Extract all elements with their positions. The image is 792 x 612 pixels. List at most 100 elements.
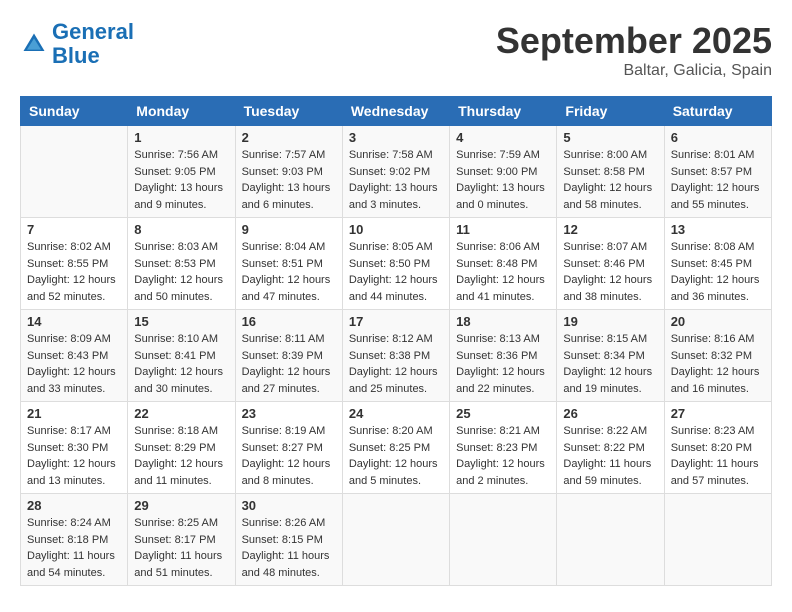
cell-content: Sunrise: 8:08 AMSunset: 8:45 PMDaylight:… bbox=[671, 239, 765, 305]
calendar-cell bbox=[450, 494, 557, 586]
day-number: 17 bbox=[349, 314, 443, 329]
calendar-cell: 1 Sunrise: 7:56 AMSunset: 9:05 PMDaylight… bbox=[128, 126, 235, 218]
day-number: 14 bbox=[27, 314, 121, 329]
day-number: 24 bbox=[349, 406, 443, 421]
page-header: General Blue September 2025 Baltar, Gali… bbox=[20, 20, 772, 80]
cell-content: Sunrise: 8:15 AMSunset: 8:34 PMDaylight:… bbox=[563, 331, 657, 397]
calendar-cell: 7Sunrise: 8:02 AMSunset: 8:55 PMDaylight… bbox=[21, 218, 128, 310]
cell-content: Sunrise: 8:07 AMSunset: 8:46 PMDaylight:… bbox=[563, 239, 657, 305]
header-monday: Monday bbox=[128, 97, 235, 126]
calendar-cell: 30 Sunrise: 8:26 AMSunset: 8:15 PMDayligh… bbox=[235, 494, 342, 586]
day-number: 22 bbox=[134, 406, 228, 421]
day-number: 23 bbox=[242, 406, 336, 421]
cell-content: Sunrise: 7:58 AMSunset: 9:02 PMDaylight:… bbox=[349, 147, 443, 213]
calendar-cell: 19 Sunrise: 8:15 AMSunset: 8:34 PMDayligh… bbox=[557, 310, 664, 402]
calendar-cell: 18 Sunrise: 8:13 AMSunset: 8:36 PMDayligh… bbox=[450, 310, 557, 402]
week-row-4: 21Sunrise: 8:17 AMSunset: 8:30 PMDayligh… bbox=[21, 402, 772, 494]
calendar-cell: 15 Sunrise: 8:10 AMSunset: 8:41 PMDayligh… bbox=[128, 310, 235, 402]
cell-content: Sunrise: 8:05 AMSunset: 8:50 PMDaylight:… bbox=[349, 239, 443, 305]
calendar-cell bbox=[342, 494, 449, 586]
day-number: 6 bbox=[671, 130, 765, 145]
calendar-cell: 26Sunrise: 8:22 AMSunset: 8:22 PMDayligh… bbox=[557, 402, 664, 494]
header-thursday: Thursday bbox=[450, 97, 557, 126]
cell-content: Sunrise: 8:17 AMSunset: 8:30 PMDaylight:… bbox=[27, 423, 121, 489]
calendar-cell: 20Sunrise: 8:16 AMSunset: 8:32 PMDayligh… bbox=[664, 310, 771, 402]
day-number: 4 bbox=[456, 130, 550, 145]
calendar-cell: 24 Sunrise: 8:20 AMSunset: 8:25 PMDayligh… bbox=[342, 402, 449, 494]
header-row: SundayMondayTuesdayWednesdayThursdayFrid… bbox=[21, 97, 772, 126]
week-row-1: 1 Sunrise: 7:56 AMSunset: 9:05 PMDaylight… bbox=[21, 126, 772, 218]
cell-content: Sunrise: 8:16 AMSunset: 8:32 PMDaylight:… bbox=[671, 331, 765, 397]
cell-content: Sunrise: 7:59 AMSunset: 9:00 PMDaylight:… bbox=[456, 147, 550, 213]
header-saturday: Saturday bbox=[664, 97, 771, 126]
calendar-cell: 4 Sunrise: 7:59 AMSunset: 9:00 PMDaylight… bbox=[450, 126, 557, 218]
cell-content: Sunrise: 8:04 AMSunset: 8:51 PMDaylight:… bbox=[242, 239, 336, 305]
cell-content: Sunrise: 8:26 AMSunset: 8:15 PMDaylight:… bbox=[242, 515, 336, 581]
calendar-cell: 25 Sunrise: 8:21 AMSunset: 8:23 PMDayligh… bbox=[450, 402, 557, 494]
cell-content: Sunrise: 8:24 AMSunset: 8:18 PMDaylight:… bbox=[27, 515, 121, 581]
cell-content: Sunrise: 8:21 AMSunset: 8:23 PMDaylight:… bbox=[456, 423, 550, 489]
calendar-cell: 28 Sunrise: 8:24 AMSunset: 8:18 PMDayligh… bbox=[21, 494, 128, 586]
calendar-cell: 13Sunrise: 8:08 AMSunset: 8:45 PMDayligh… bbox=[664, 218, 771, 310]
calendar-cell: 12 Sunrise: 8:07 AMSunset: 8:46 PMDayligh… bbox=[557, 218, 664, 310]
calendar-cell: 5 Sunrise: 8:00 AMSunset: 8:58 PMDaylight… bbox=[557, 126, 664, 218]
week-row-3: 14 Sunrise: 8:09 AMSunset: 8:43 PMDayligh… bbox=[21, 310, 772, 402]
logo-blue: Blue bbox=[52, 44, 134, 68]
day-number: 3 bbox=[349, 130, 443, 145]
day-number: 9 bbox=[242, 222, 336, 237]
cell-content: Sunrise: 8:19 AMSunset: 8:27 PMDaylight:… bbox=[242, 423, 336, 489]
cell-content: Sunrise: 7:57 AMSunset: 9:03 PMDaylight:… bbox=[242, 147, 336, 213]
calendar-cell: 11 Sunrise: 8:06 AMSunset: 8:48 PMDayligh… bbox=[450, 218, 557, 310]
calendar-cell: 10 Sunrise: 8:05 AMSunset: 8:50 PMDayligh… bbox=[342, 218, 449, 310]
cell-content: Sunrise: 8:03 AMSunset: 8:53 PMDaylight:… bbox=[134, 239, 228, 305]
location: Baltar, Galicia, Spain bbox=[496, 62, 772, 80]
day-number: 16 bbox=[242, 314, 336, 329]
day-number: 10 bbox=[349, 222, 443, 237]
calendar-cell bbox=[557, 494, 664, 586]
calendar-cell bbox=[664, 494, 771, 586]
day-number: 12 bbox=[563, 222, 657, 237]
day-number: 30 bbox=[242, 498, 336, 513]
week-row-2: 7Sunrise: 8:02 AMSunset: 8:55 PMDaylight… bbox=[21, 218, 772, 310]
logo-icon bbox=[20, 30, 48, 58]
cell-content: Sunrise: 8:20 AMSunset: 8:25 PMDaylight:… bbox=[349, 423, 443, 489]
header-friday: Friday bbox=[557, 97, 664, 126]
cell-content: Sunrise: 7:56 AMSunset: 9:05 PMDaylight:… bbox=[134, 147, 228, 213]
day-number: 29 bbox=[134, 498, 228, 513]
calendar-cell: 3 Sunrise: 7:58 AMSunset: 9:02 PMDaylight… bbox=[342, 126, 449, 218]
cell-content: Sunrise: 8:10 AMSunset: 8:41 PMDaylight:… bbox=[134, 331, 228, 397]
calendar-cell: 9 Sunrise: 8:04 AMSunset: 8:51 PMDaylight… bbox=[235, 218, 342, 310]
header-sunday: Sunday bbox=[21, 97, 128, 126]
cell-content: Sunrise: 8:01 AMSunset: 8:57 PMDaylight:… bbox=[671, 147, 765, 213]
cell-content: Sunrise: 8:22 AMSunset: 8:22 PMDaylight:… bbox=[563, 423, 657, 489]
day-number: 5 bbox=[563, 130, 657, 145]
day-number: 11 bbox=[456, 222, 550, 237]
cell-content: Sunrise: 8:06 AMSunset: 8:48 PMDaylight:… bbox=[456, 239, 550, 305]
calendar-cell: 27 Sunrise: 8:23 AMSunset: 8:20 PMDayligh… bbox=[664, 402, 771, 494]
calendar-cell bbox=[21, 126, 128, 218]
cell-content: Sunrise: 8:23 AMSunset: 8:20 PMDaylight:… bbox=[671, 423, 765, 489]
day-number: 15 bbox=[134, 314, 228, 329]
month-title: September 2025 bbox=[496, 20, 772, 62]
calendar-cell: 17Sunrise: 8:12 AMSunset: 8:38 PMDayligh… bbox=[342, 310, 449, 402]
day-number: 18 bbox=[456, 314, 550, 329]
day-number: 7 bbox=[27, 222, 121, 237]
day-number: 2 bbox=[242, 130, 336, 145]
day-number: 27 bbox=[671, 406, 765, 421]
calendar-cell: 23 Sunrise: 8:19 AMSunset: 8:27 PMDayligh… bbox=[235, 402, 342, 494]
day-number: 1 bbox=[134, 130, 228, 145]
day-number: 19 bbox=[563, 314, 657, 329]
calendar-cell: 14 Sunrise: 8:09 AMSunset: 8:43 PMDayligh… bbox=[21, 310, 128, 402]
cell-content: Sunrise: 8:00 AMSunset: 8:58 PMDaylight:… bbox=[563, 147, 657, 213]
calendar-cell: 8Sunrise: 8:03 AMSunset: 8:53 PMDaylight… bbox=[128, 218, 235, 310]
day-number: 28 bbox=[27, 498, 121, 513]
day-number: 25 bbox=[456, 406, 550, 421]
cell-content: Sunrise: 8:09 AMSunset: 8:43 PMDaylight:… bbox=[27, 331, 121, 397]
calendar-cell: 22Sunrise: 8:18 AMSunset: 8:29 PMDayligh… bbox=[128, 402, 235, 494]
header-tuesday: Tuesday bbox=[235, 97, 342, 126]
cell-content: Sunrise: 8:13 AMSunset: 8:36 PMDaylight:… bbox=[456, 331, 550, 397]
calendar-cell: 6 Sunrise: 8:01 AMSunset: 8:57 PMDaylight… bbox=[664, 126, 771, 218]
logo-general: General bbox=[52, 19, 134, 44]
logo-text: General Blue bbox=[52, 20, 134, 68]
cell-content: Sunrise: 8:25 AMSunset: 8:17 PMDaylight:… bbox=[134, 515, 228, 581]
